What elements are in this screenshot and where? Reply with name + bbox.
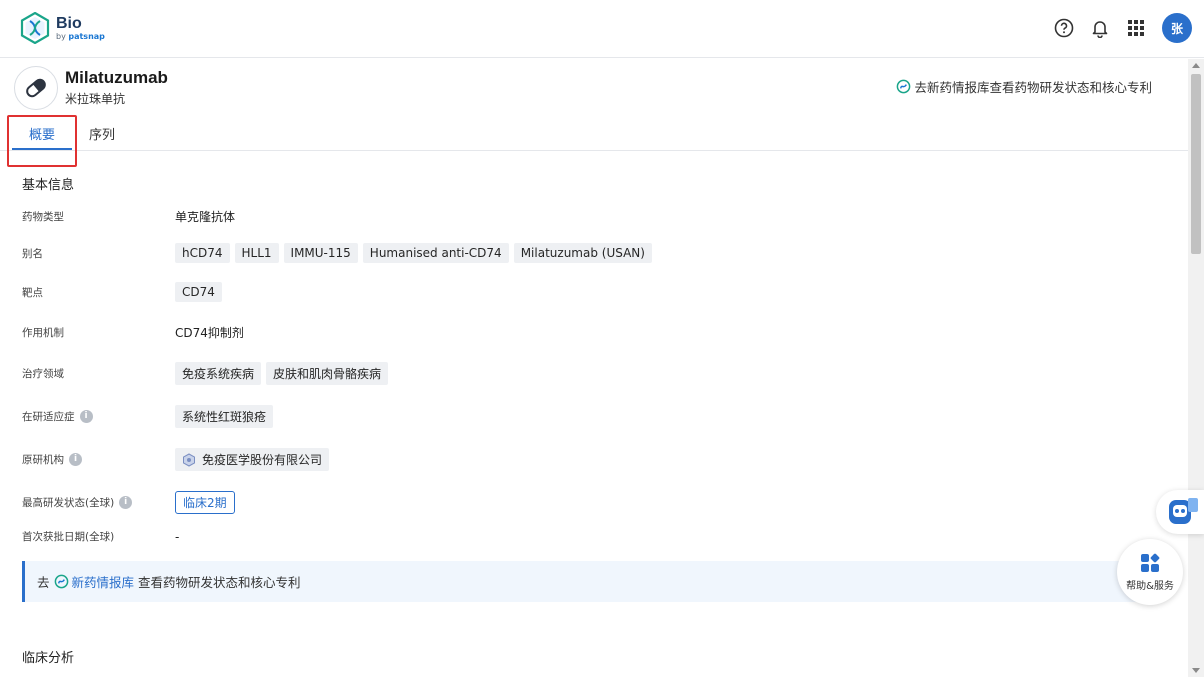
row-indication: 在研适应症 i 系统性红斑狼疮	[22, 405, 278, 428]
row-therapy-area: 治疗领域 免疫系统疾病 皮肤和肌肉骨骼疾病	[22, 362, 393, 385]
info-icon[interactable]: i	[69, 453, 82, 466]
originator-label: 原研机构	[22, 454, 64, 466]
top-navigation-bar: Bio by patsnap 张	[0, 0, 1204, 58]
therapy-area-label: 治疗领域	[22, 368, 64, 380]
highest-phase-label: 最高研发状态(全球)	[22, 497, 115, 509]
therapy-area-tag[interactable]: 皮肤和肌肉骨骼疾病	[266, 362, 389, 385]
alias-tag: HLL1	[234, 243, 279, 263]
target-tag[interactable]: CD74	[175, 282, 222, 302]
tab-overview[interactable]: 概要	[12, 116, 73, 150]
indication-tag[interactable]: 系统性红斑狼疮	[175, 405, 274, 428]
ai-assistant-button[interactable]	[1156, 490, 1204, 534]
synapse-logo-icon	[54, 574, 68, 589]
target-label: 靶点	[22, 286, 43, 299]
logo-title: Bio	[56, 14, 82, 32]
row-originator: 原研机构 i 免疫医学股份有限公司	[22, 448, 334, 471]
drug-type-value: 单克隆抗体	[175, 210, 236, 224]
tab-bar: 概要 序列	[12, 116, 132, 150]
main-content: 基本信息 药物类型 单克隆抗体 别名 hCD74 HLL1 IMMU-115 H…	[0, 151, 1188, 677]
row-first-approval: 首次获批日期(全球) -	[22, 529, 179, 544]
drug-chinese-name: 米拉珠单抗	[65, 92, 126, 106]
apps-diamond-icon	[1141, 553, 1160, 572]
promo-banner[interactable]: 去 新药情报库 查看药物研发状态和核心专利	[22, 561, 1142, 602]
alias-tag: Humanised anti-CD74	[362, 243, 509, 263]
goto-drug-intelligence-link[interactable]: 去新药情报库查看药物研发状态和核心专利	[896, 77, 1152, 96]
indication-label: 在研适应症	[22, 411, 75, 423]
mechanism-value: CD74抑制剂	[175, 326, 244, 340]
first-approval-value: -	[175, 529, 180, 544]
mechanism-label: 作用机制	[22, 327, 64, 339]
scroll-up-arrow-icon[interactable]	[1192, 63, 1200, 68]
drug-name: Milatuzumab	[65, 68, 168, 87]
drug-pill-icon	[14, 66, 58, 110]
row-target: 靶点 CD74	[22, 282, 227, 302]
therapy-area-tag[interactable]: 免疫系统疾病	[175, 362, 262, 385]
row-drug-type: 药物类型 单克隆抗体	[22, 208, 235, 225]
notification-bell-icon[interactable]	[1090, 18, 1110, 38]
info-icon[interactable]: i	[79, 410, 93, 423]
drug-header: Milatuzumab 米拉珠单抗 去新药情报库查看药物研发状态和核心专利 概要…	[0, 59, 1188, 151]
help-question-icon[interactable]	[1054, 18, 1074, 38]
aliases-label: 别名	[22, 247, 43, 260]
basic-info-title: 基本信息	[22, 178, 75, 193]
first-approval-label: 首次获批日期(全球)	[22, 531, 115, 543]
scroll-thumb[interactable]	[1191, 74, 1201, 254]
row-mechanism: 作用机制 CD74抑制剂	[22, 324, 244, 341]
promo-brand-link[interactable]: 新药情报库	[72, 572, 135, 591]
alias-tag: IMMU-115	[283, 243, 358, 263]
page-scrollbar[interactable]	[1188, 59, 1204, 677]
tab-sequence[interactable]: 序列	[72, 116, 132, 150]
phase-badge: 临床2期	[175, 491, 235, 514]
originator-tag[interactable]: 免疫医学股份有限公司	[175, 448, 330, 471]
alias-tag: Milatuzumab (USAN)	[513, 243, 652, 263]
drug-type-label: 药物类型	[22, 211, 64, 223]
help-service-button[interactable]: 帮助&服务	[1117, 539, 1183, 605]
row-aliases: 别名 hCD74 HLL1 IMMU-115 Humanised anti-CD…	[22, 243, 657, 263]
row-highest-phase: 最高研发状态(全球) i 临床2期	[22, 491, 235, 514]
robot-icon	[1169, 498, 1198, 524]
user-avatar[interactable]: 张	[1162, 13, 1192, 43]
help-service-label: 帮助&服务	[1126, 580, 1174, 592]
scroll-down-arrow-icon[interactable]	[1192, 668, 1200, 673]
logo-subtitle: by patsnap	[56, 31, 105, 41]
app-logo[interactable]: Bio by patsnap	[20, 12, 105, 44]
bio-logo-icon	[20, 12, 50, 44]
info-icon[interactable]: i	[119, 496, 133, 509]
clinical-analysis-title: 临床分析	[22, 651, 75, 666]
alias-tag: hCD74	[175, 243, 230, 263]
synapse-logo-icon	[897, 79, 911, 94]
organization-icon	[183, 452, 195, 467]
promo-suffix: 查看药物研发状态和核心专利	[138, 575, 301, 590]
promo-prefix: 去	[37, 575, 50, 590]
apps-grid-icon[interactable]	[1126, 18, 1146, 38]
